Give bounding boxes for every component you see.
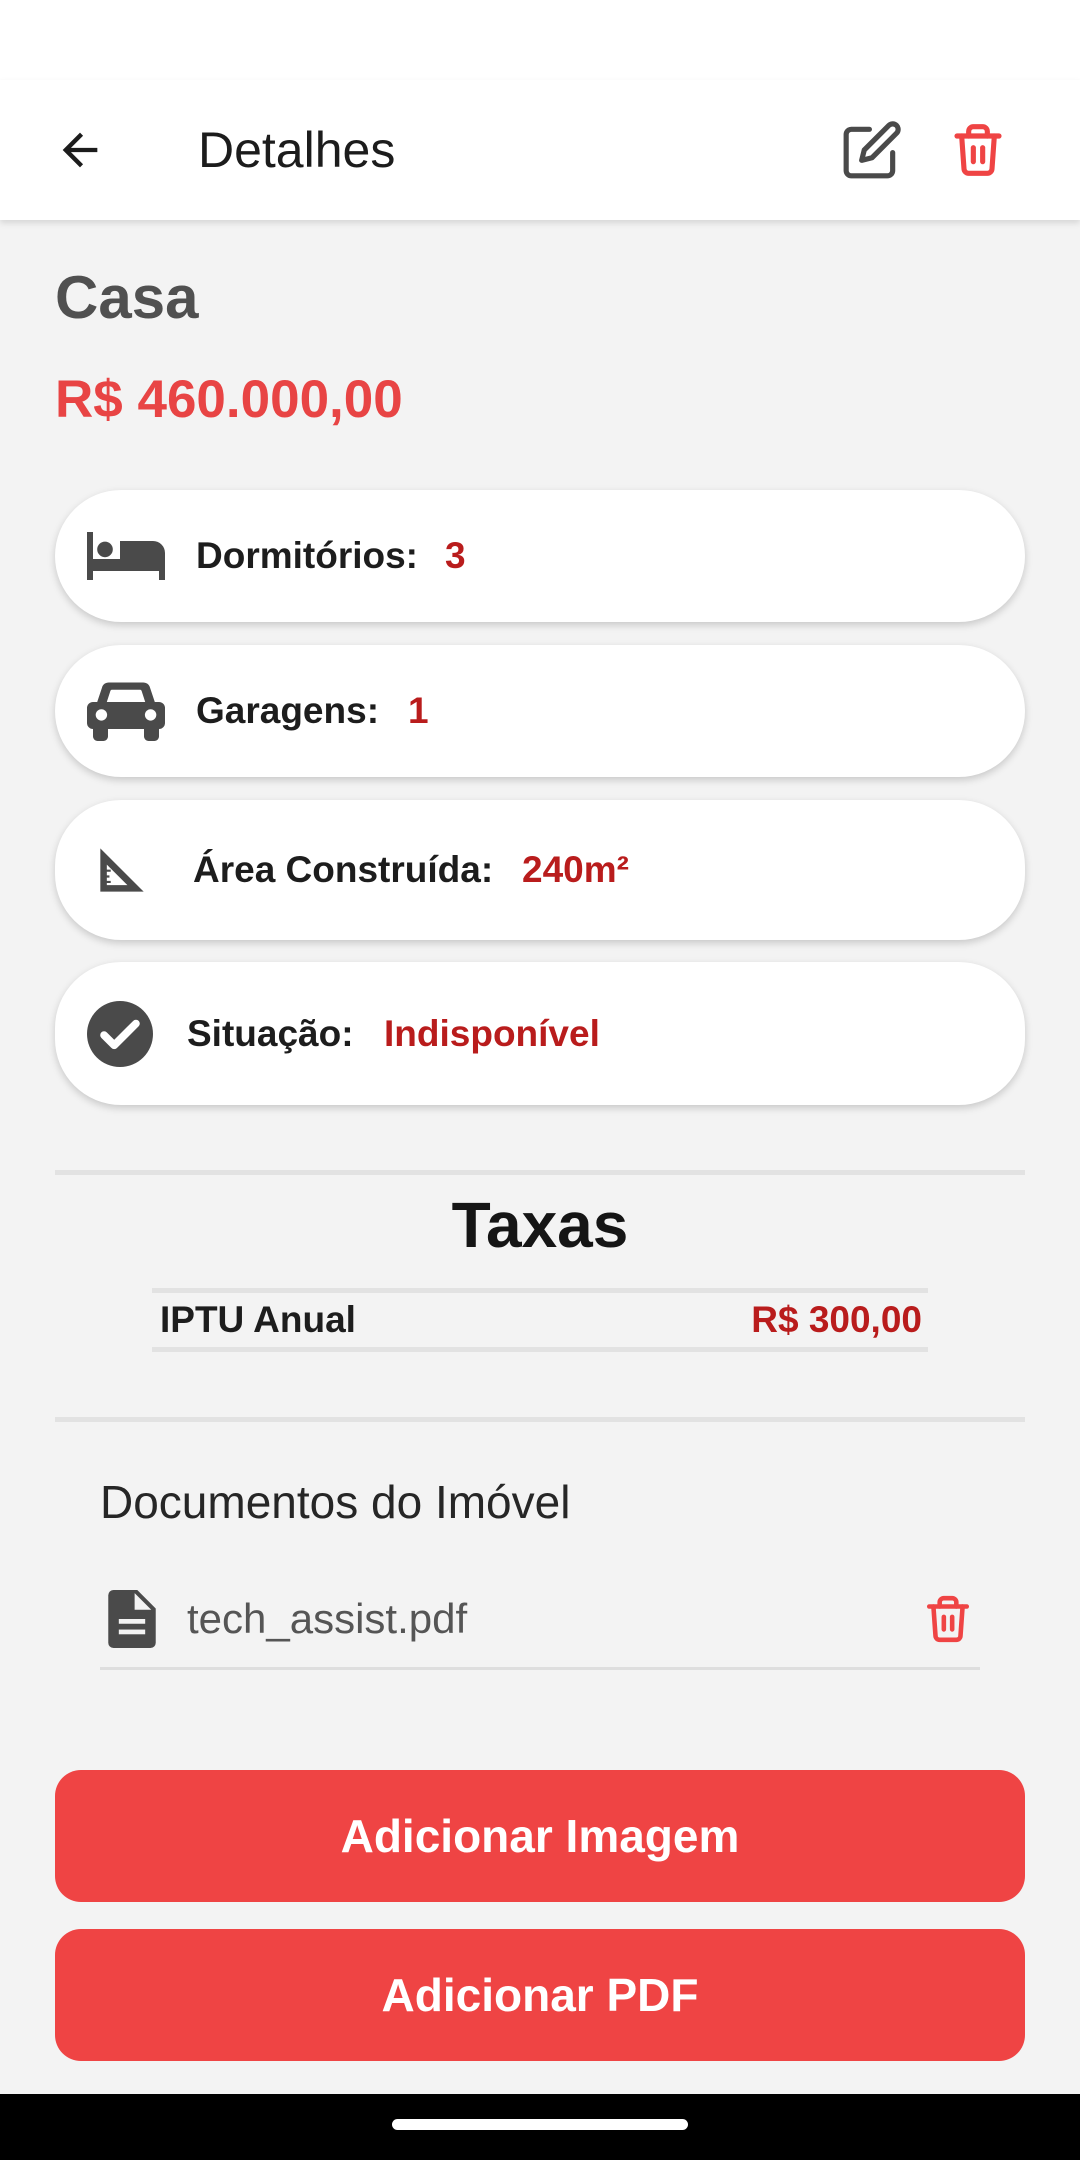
navigation-bar [0, 2094, 1080, 2160]
detail-label: Garagens: [196, 690, 380, 731]
set-square-icon [100, 848, 144, 892]
detail-label: Situação: [187, 1012, 354, 1054]
detail-value: 240m² [522, 849, 629, 890]
edit-button[interactable] [832, 108, 912, 192]
page-title: Detalhes [198, 122, 396, 178]
documents-title: Documentos do Imóvel [100, 1476, 571, 1528]
detail-value: 3 [445, 535, 466, 576]
detail-value: Indisponível [384, 1012, 600, 1054]
detail-card-bedrooms: Dormitórios: 3 [55, 490, 1025, 622]
app-bar: Detalhes [0, 80, 1080, 220]
status-bar [0, 0, 1080, 80]
home-gesture-handle[interactable] [392, 2119, 688, 2130]
detail-card-garages: Garagens: 1 [55, 645, 1025, 777]
tax-value: R$ 300,00 [751, 1299, 922, 1340]
document-delete-button[interactable] [916, 1587, 980, 1651]
detail-label: Dormitórios: [196, 535, 418, 576]
property-title: Casa [55, 264, 199, 331]
edit-icon [843, 121, 901, 179]
detail-label: Área Construída: [193, 849, 494, 890]
section-divider [55, 1417, 1025, 1422]
section-divider [55, 1170, 1025, 1175]
add-pdf-button[interactable]: Adicionar PDF [55, 1929, 1025, 2061]
detail-value: 1 [408, 690, 429, 731]
detail-card-built-area: Área Construída: 240m² [55, 800, 1025, 940]
check-circle-icon [87, 1000, 153, 1067]
document-item[interactable]: tech_assist.pdf [100, 1570, 980, 1670]
back-button[interactable] [40, 110, 120, 190]
property-price: R$ 460.000,00 [55, 370, 403, 429]
car-icon [87, 682, 165, 741]
detail-card-status: Situação: Indisponível [55, 962, 1025, 1105]
add-image-button[interactable]: Adicionar Imagem [55, 1770, 1025, 1902]
file-icon [108, 1589, 156, 1648]
delete-button[interactable] [938, 108, 1018, 192]
trash-icon [926, 1595, 970, 1642]
arrow-left-icon [62, 132, 98, 168]
taxas-title: Taxas [451, 1189, 629, 1261]
tax-row: IPTU Anual R$ 300,00 [152, 1288, 928, 1352]
trash-icon [954, 124, 1002, 176]
document-name[interactable]: tech_assist.pdf [187, 1595, 467, 1643]
bed-icon [87, 532, 165, 580]
tax-name: IPTU Anual [160, 1299, 356, 1340]
